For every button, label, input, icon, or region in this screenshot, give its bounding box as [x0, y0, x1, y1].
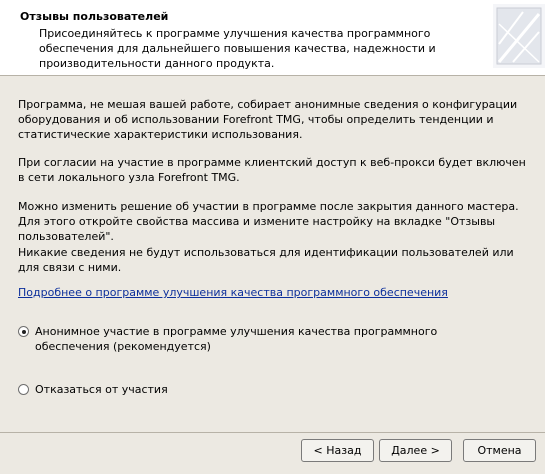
decline-label: Отказаться от участия: [35, 383, 168, 396]
decline-radio[interactable]: [18, 384, 29, 395]
intro-paragraph: Программа, не мешая вашей работе, собира…: [18, 98, 518, 141]
wizard-header: Отзывы пользователей Присоединяйтесь к п…: [0, 0, 545, 76]
participate-label: Анонимное участие в программе улучшения …: [35, 325, 438, 353]
privacy-paragraph: Никакие сведения не будут использоваться…: [18, 246, 514, 274]
wizard-body: Программа, не мешая вашей работе, собира…: [0, 76, 545, 431]
cancel-button[interactable]: Отмена: [463, 439, 536, 462]
proxy-paragraph: При согласии на участие в программе клие…: [18, 156, 526, 184]
wizard-banner-icon: [493, 4, 545, 68]
back-button[interactable]: < Назад: [301, 439, 374, 462]
option-decline[interactable]: Отказаться от участия: [18, 382, 505, 397]
change-decision-paragraph: Можно изменить решение об участии в прог…: [18, 200, 519, 243]
learn-more-link[interactable]: Подробнее о программе улучшения качества…: [18, 286, 448, 299]
page-description: Присоединяйтесь к программе улучшения ка…: [39, 27, 436, 70]
wizard-footer: < Назад Далее > Отмена: [0, 432, 545, 474]
next-button[interactable]: Далее >: [379, 439, 452, 462]
participate-radio[interactable]: [18, 326, 29, 337]
page-title: Отзывы пользователей: [20, 10, 169, 23]
option-participate[interactable]: Анонимное участие в программе улучшения …: [18, 324, 505, 354]
